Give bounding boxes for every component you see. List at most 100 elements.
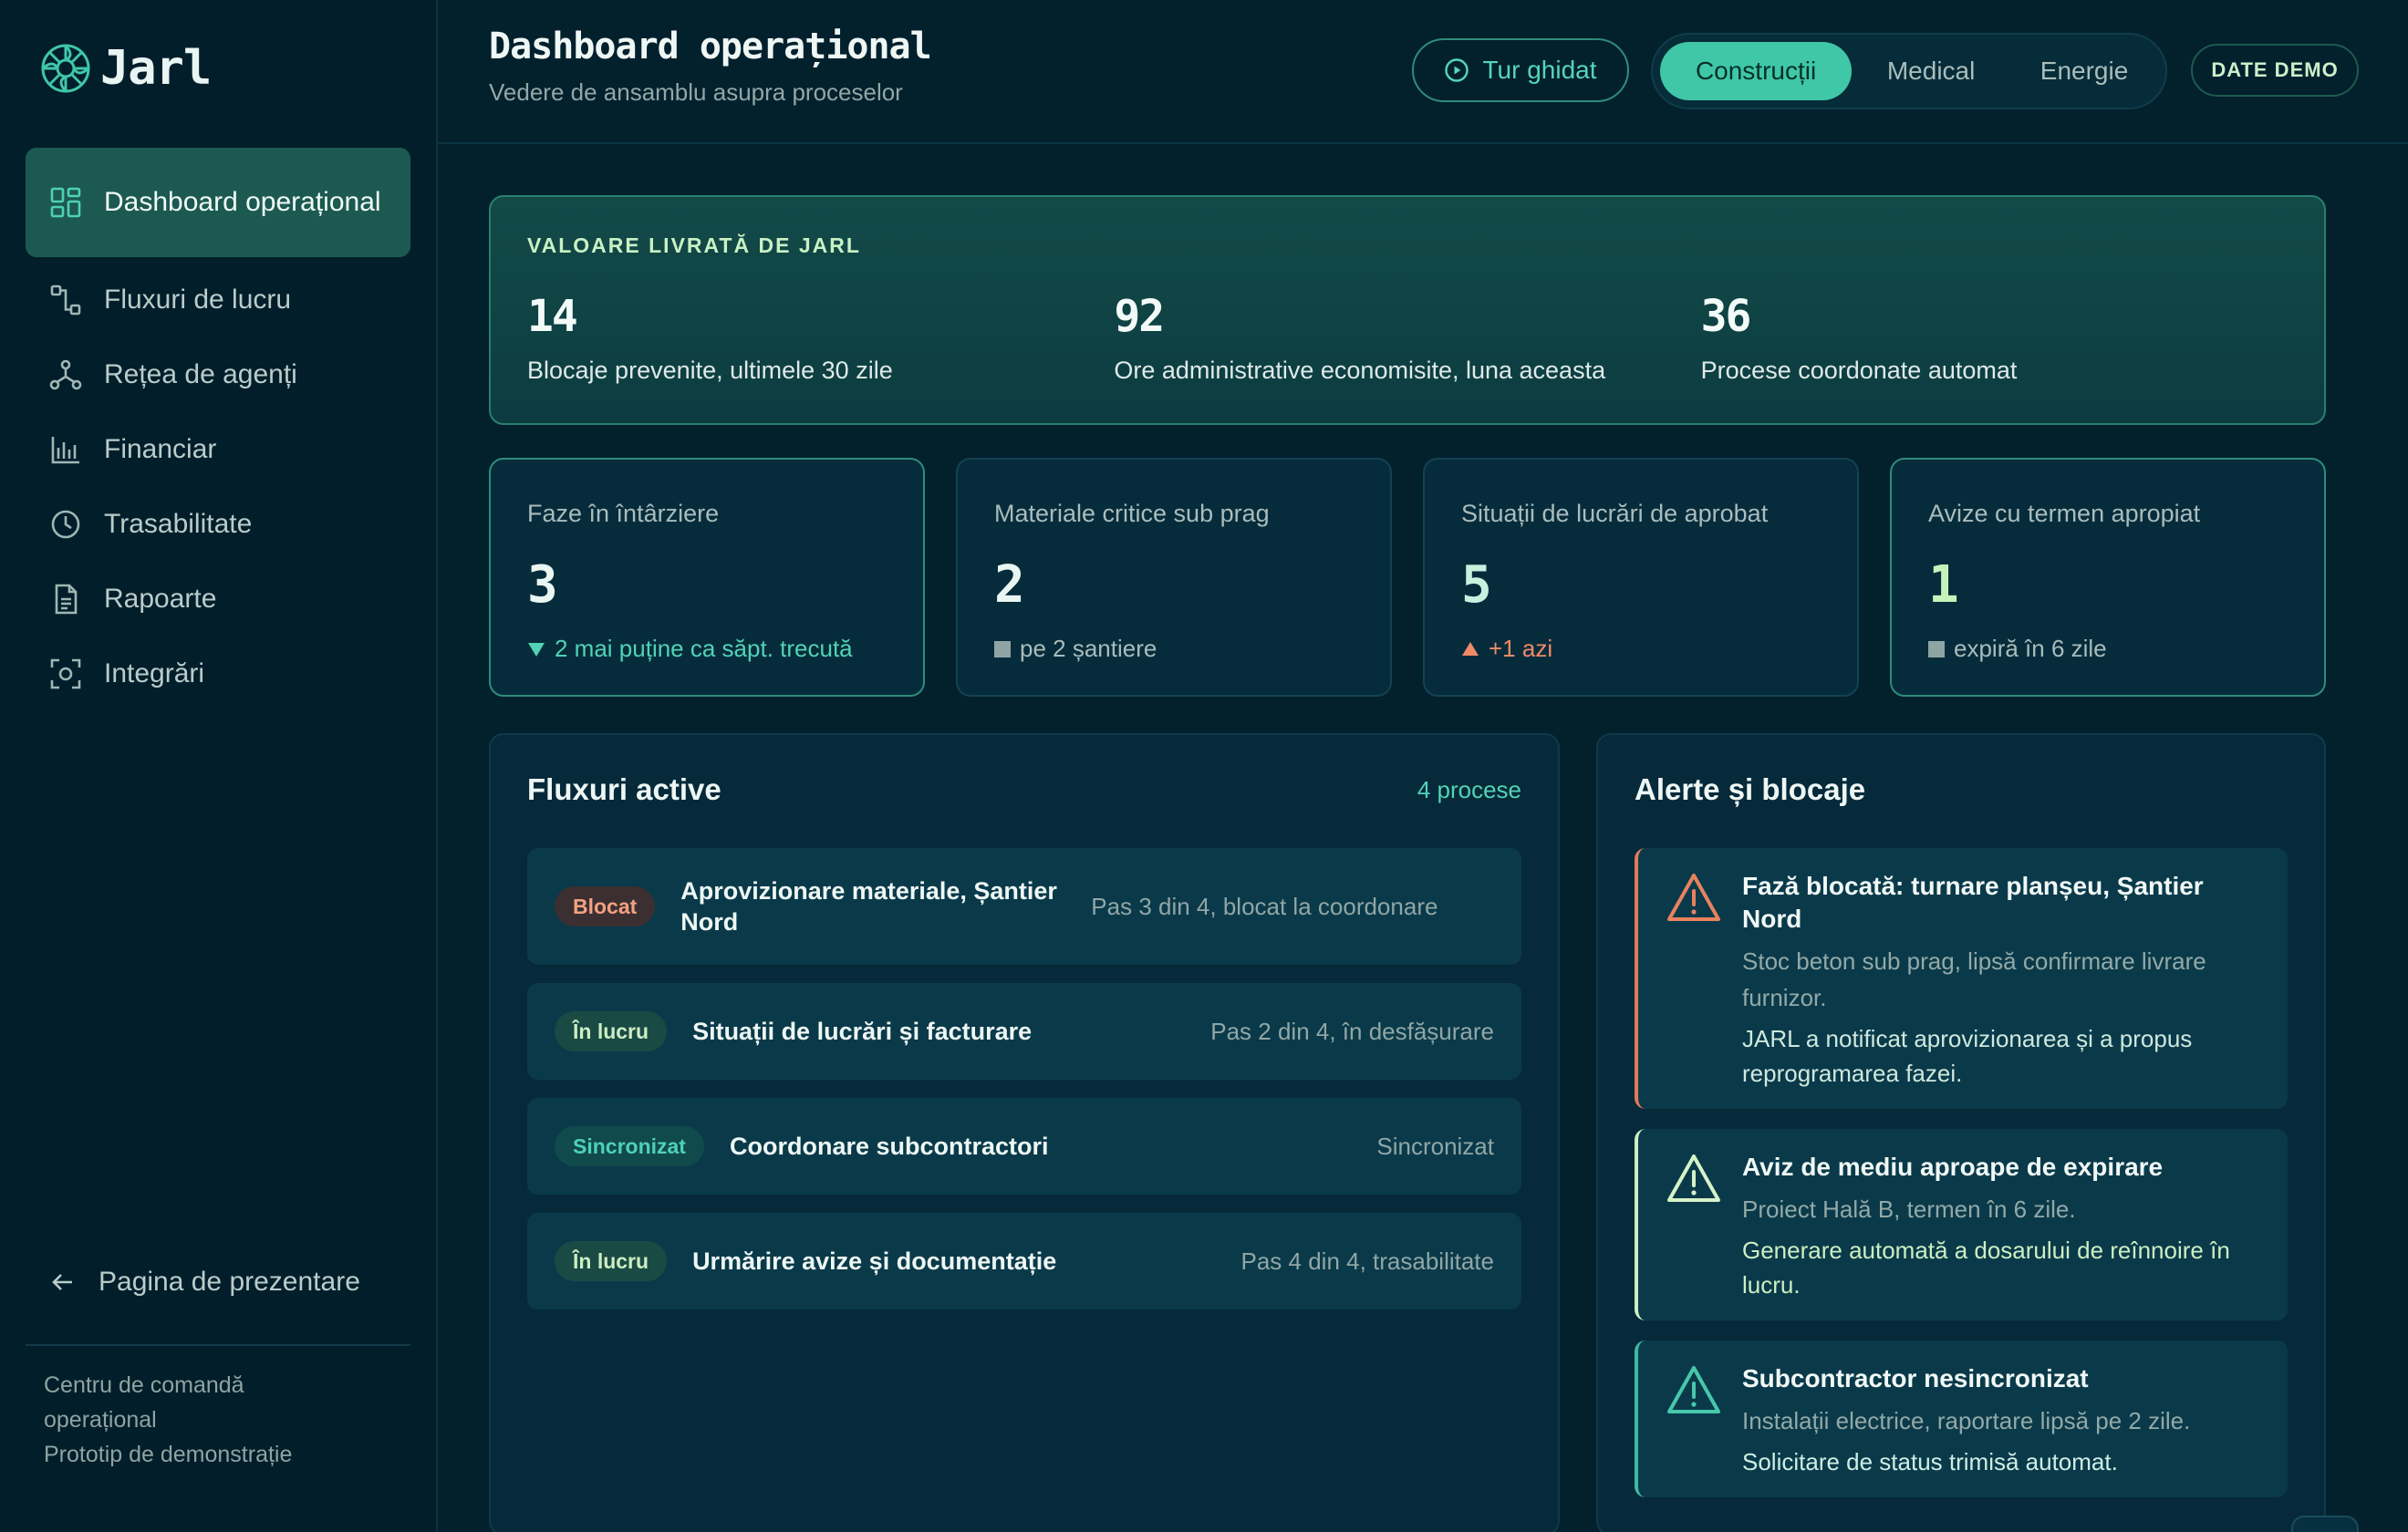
- sidebar-item-workflows[interactable]: Fluxuri de lucru: [26, 263, 410, 337]
- arrow-left-icon: [52, 1274, 72, 1290]
- status-badge: Blocat: [555, 886, 656, 926]
- dashboard-content: VALOARE LIVRATĂ DE JARL 14 Blocaje preve…: [489, 195, 2359, 1532]
- document-icon: [55, 584, 78, 615]
- sidebar-item-label: Rapoarte: [104, 584, 217, 614]
- sidebar-footer-line: Centru de comandă operațional: [44, 1372, 244, 1433]
- back-link-label: Pagina de prezentare: [99, 1267, 360, 1297]
- value-banner-title: VALOARE LIVRATĂ DE JARL: [527, 233, 861, 257]
- sidebar-item-financial[interactable]: Financiar: [26, 412, 410, 487]
- flow-name: Situații de lucrări și facturare: [692, 1018, 1033, 1045]
- panel-header: Fluxuri active 4 procese: [527, 771, 1521, 808]
- network-icon: [49, 359, 82, 390]
- integration-icon: [50, 658, 81, 689]
- alert-card[interactable]: Subcontractor nesincronizat Instalații e…: [1635, 1340, 2288, 1497]
- alert-action: JARL a notificat aprovizionarea și a pro…: [1742, 1025, 2193, 1087]
- kpi-trend: expiră în 6 zile: [1928, 635, 2288, 663]
- sidebar-item-integrations[interactable]: Integrări: [26, 637, 410, 711]
- alert-title: Subcontractor nesincronizat: [1742, 1364, 2089, 1392]
- logo[interactable]: Jarl: [38, 40, 410, 97]
- kpi-value: 2: [994, 555, 1025, 615]
- app-root: Jarl Dashboard operațional Fluxuri de lu…: [0, 0, 2408, 1532]
- alert-description: Instalații electrice, raportare lipsă pe…: [1742, 1407, 2191, 1434]
- logo-text: Jarl: [100, 41, 212, 96]
- page-title: Dashboard operațional: [489, 26, 932, 67]
- value-stat-number: 92: [1114, 291, 1165, 342]
- flow-row[interactable]: Sincronizat Coordonare subcontractori Si…: [527, 1098, 1521, 1195]
- flow-row[interactable]: Blocat Aprovizionare materiale, Șantier …: [527, 848, 1521, 965]
- clock-icon: [51, 510, 80, 539]
- alert-card[interactable]: Fază blocată: turnare planșeu, Șantier N…: [1635, 848, 2288, 1109]
- sidebar: Jarl Dashboard operațional Fluxuri de lu…: [0, 0, 438, 1532]
- sidebar-item-label: Financiar: [104, 434, 217, 464]
- kpi-label: Faze în întârziere: [527, 500, 720, 527]
- warning-triangle-icon: [1667, 1154, 1720, 1202]
- alert-action: Generare automată a dosarului de reînnoi…: [1742, 1237, 2230, 1299]
- active-flows-panel: Fluxuri active 4 procese Blocat Aprovizi…: [489, 733, 1560, 1532]
- warning-triangle-icon: [1667, 874, 1720, 921]
- alert-title: Fază blocată: turnare planșeu, Șantier N…: [1742, 872, 2204, 933]
- kpi-note: expiră în 6 zile: [1954, 635, 2107, 662]
- sidebar-item-dashboard[interactable]: Dashboard operațional: [26, 148, 410, 257]
- flow-status: Pas 2 din 4, în desfășurare: [1210, 1017, 1494, 1045]
- kpi-value: 3: [527, 555, 558, 615]
- square-neutral-icon: [1928, 640, 1945, 657]
- sidebar-item-label: Fluxuri de lucru: [104, 285, 292, 315]
- warning-triangle-icon: [1667, 1366, 1720, 1413]
- workflow-icon: [50, 285, 81, 316]
- flow-row[interactable]: În lucru Situații de lucrări și facturar…: [527, 983, 1521, 1080]
- sidebar-item-traceability[interactable]: Trasabilitate: [26, 487, 410, 562]
- sidebar-item-agent-network[interactable]: Rețea de agenți: [26, 337, 410, 412]
- flow-status: Pas 4 din 4, trasabilitate: [1240, 1247, 1495, 1275]
- triangle-down-icon: [528, 642, 545, 657]
- flow-row[interactable]: În lucru Urmărire avize și documentație …: [527, 1213, 1521, 1309]
- kpi-card-permits[interactable]: Avize cu termen apropiat 1 expiră în 6 z…: [1890, 458, 2326, 697]
- panel-title: Alerte și blocaje: [1635, 772, 1866, 806]
- alert-title: Aviz de mediu aproape de expirare: [1742, 1153, 2164, 1181]
- kpi-card-critical-materials[interactable]: Materiale critice sub prag 2 pe 2 șantie…: [956, 458, 1392, 697]
- segment-medical[interactable]: Medical: [1855, 42, 2007, 100]
- logo-emblem-icon: [41, 44, 90, 93]
- back-to-landing-link[interactable]: Pagina de prezentare: [26, 1255, 410, 1309]
- panel-header: Alerte și blocaje: [1635, 771, 2288, 808]
- sidebar-item-reports[interactable]: Rapoarte: [26, 562, 410, 637]
- alert-list: Fază blocată: turnare planșeu, Șantier N…: [1635, 848, 2288, 1497]
- alert-description: Stoc beton sub prag, lipsă confirmare li…: [1742, 947, 2206, 1011]
- floating-action-button[interactable]: [2291, 1516, 2359, 1532]
- kpi-note: 2 mai puține ca săpt. trecută: [555, 635, 853, 662]
- kpi-trend: +1 azi: [1461, 635, 1821, 663]
- sidebar-item-label: Trasabilitate: [104, 509, 253, 539]
- kpi-trend: 2 mai puține ca săpt. trecută: [527, 635, 887, 663]
- kpi-value: 5: [1461, 555, 1492, 615]
- kpi-card-work-statements[interactable]: Situații de lucrări de aprobat 5 +1 azi: [1423, 458, 1859, 697]
- sidebar-footer-line: Prototip de demonstrație: [44, 1442, 293, 1467]
- kpi-row: Faze în întârziere 3 2 mai puține ca săp…: [489, 458, 2326, 697]
- value-stat-number: 36: [1700, 291, 1752, 342]
- guided-tour-button[interactable]: Tur ghidat: [1412, 38, 1629, 102]
- dashboard-grid-icon: [50, 187, 81, 218]
- kpi-value: 1: [1928, 555, 1959, 615]
- kpi-card-delayed-phases[interactable]: Faze în întârziere 3 2 mai puține ca săp…: [489, 458, 925, 697]
- sidebar-item-label: Rețea de agenți: [104, 359, 297, 389]
- bottom-panels: Fluxuri active 4 procese Blocat Aprovizi…: [489, 733, 2359, 1532]
- value-stat: 92 Ore administrative economisite, luna …: [1114, 291, 1700, 385]
- sidebar-divider: [26, 1344, 410, 1346]
- segment-constructii[interactable]: Construcții: [1660, 42, 1853, 100]
- triangle-up-icon: [1462, 641, 1479, 656]
- kpi-trend: pe 2 șantiere: [994, 635, 1354, 663]
- square-neutral-icon: [994, 640, 1011, 657]
- segment-energie[interactable]: Energie: [2010, 42, 2158, 100]
- status-badge: În lucru: [555, 1011, 668, 1051]
- demo-data-badge: DATE DEMO: [2191, 44, 2359, 97]
- alert-card[interactable]: Aviz de mediu aproape de expirare Proiec…: [1635, 1129, 2288, 1320]
- panel-title: Fluxuri active: [527, 772, 721, 806]
- kpi-label: Situații de lucrări de aprobat: [1461, 500, 1769, 527]
- flow-name: Urmărire avize și documentație: [692, 1247, 1057, 1275]
- page-subtitle: Vedere de ansamblu asupra proceselor: [489, 78, 903, 106]
- kpi-note: +1 azi: [1489, 635, 1553, 662]
- value-stat-label: Procese coordonate automat: [1700, 357, 2018, 384]
- alert-action: Solicitare de status trimisă automat.: [1742, 1448, 2118, 1475]
- flow-status: Pas 3 din 4, blocat la coordonare: [1091, 892, 1438, 920]
- bar-chart-icon: [51, 437, 79, 464]
- status-badge: Sincronizat: [555, 1126, 704, 1166]
- status-badge: În lucru: [555, 1241, 668, 1281]
